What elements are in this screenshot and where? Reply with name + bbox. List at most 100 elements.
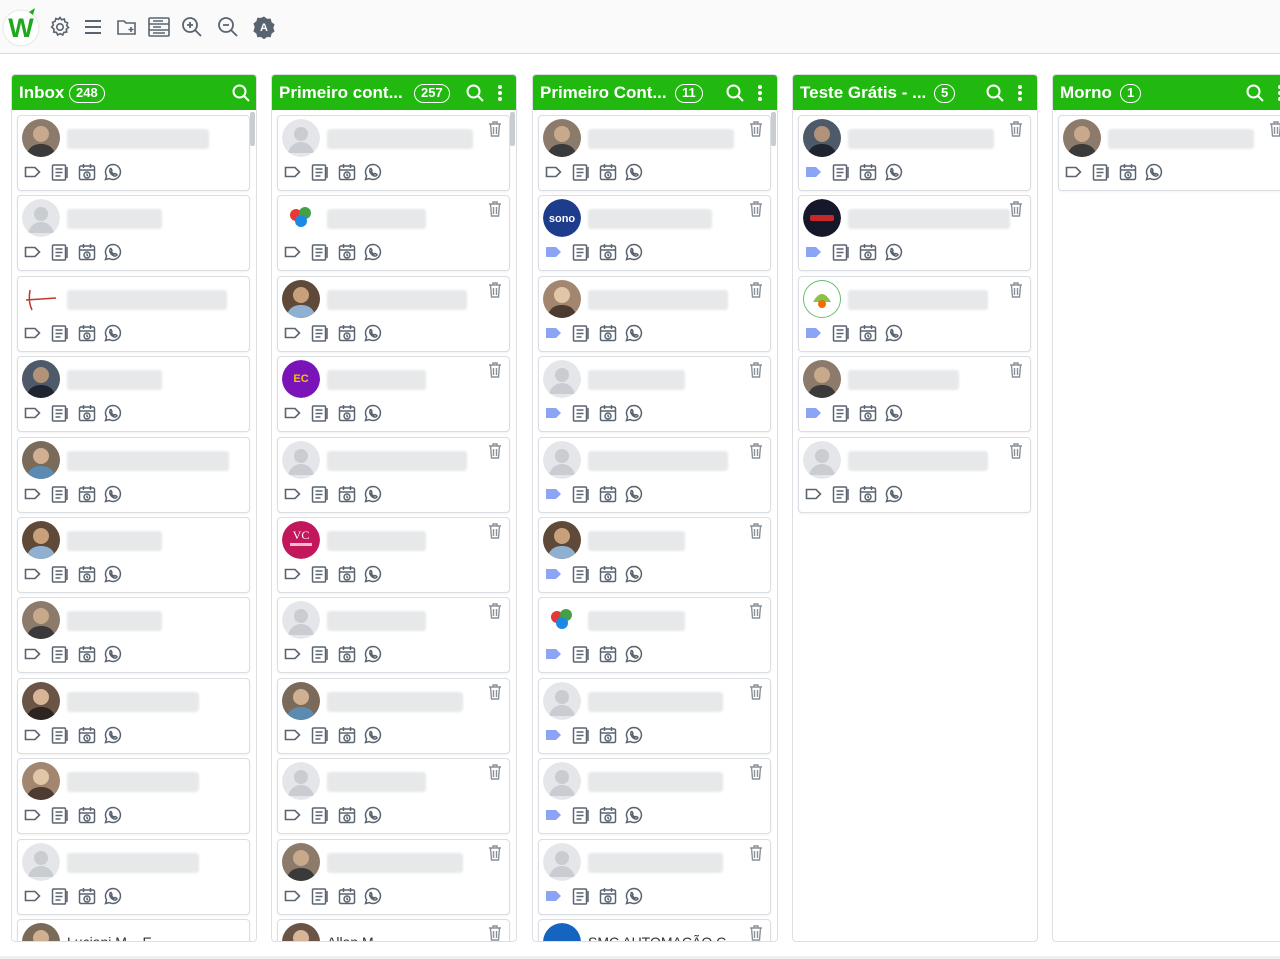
- whatsapp-icon[interactable]: [624, 162, 644, 182]
- schedule-calendar-icon[interactable]: [337, 564, 357, 584]
- contact-card[interactable]: VC: [277, 517, 510, 593]
- delete-card-trash-icon[interactable]: [1008, 361, 1024, 379]
- delete-card-trash-icon[interactable]: [487, 361, 503, 379]
- contact-card[interactable]: [17, 838, 250, 915]
- tag-icon[interactable]: [544, 886, 564, 906]
- tag-icon[interactable]: [23, 886, 43, 906]
- schedule-calendar-icon[interactable]: [337, 484, 357, 504]
- tag-icon[interactable]: [23, 323, 43, 343]
- whatsapp-icon[interactable]: [103, 484, 123, 504]
- column-card-list[interactable]: EC VC Allan M...: [272, 110, 516, 941]
- contact-card[interactable]: [277, 597, 510, 674]
- notes-icon[interactable]: [50, 564, 70, 584]
- column-scrollbar[interactable]: [250, 112, 255, 146]
- whatsapp-icon[interactable]: [884, 323, 904, 343]
- contact-card[interactable]: [17, 195, 250, 272]
- contact-card[interactable]: [17, 275, 250, 352]
- tag-icon[interactable]: [804, 403, 824, 423]
- notes-icon[interactable]: [831, 323, 851, 343]
- delete-card-trash-icon[interactable]: [748, 442, 764, 460]
- whatsapp-icon[interactable]: [103, 403, 123, 423]
- contact-card[interactable]: [277, 115, 510, 191]
- tag-icon[interactable]: [283, 162, 303, 182]
- contact-card[interactable]: [798, 356, 1031, 433]
- delete-card-trash-icon[interactable]: [748, 361, 764, 379]
- schedule-calendar-icon[interactable]: [1118, 162, 1138, 182]
- schedule-calendar-icon[interactable]: [337, 886, 357, 906]
- whatsapp-icon[interactable]: [884, 484, 904, 504]
- schedule-calendar-icon[interactable]: [858, 403, 878, 423]
- schedule-calendar-icon[interactable]: [858, 162, 878, 182]
- column-card-list[interactable]: [793, 110, 1037, 941]
- whatsapp-icon[interactable]: [624, 564, 644, 584]
- column-header[interactable]: Teste Grátis - ... 5: [793, 75, 1037, 110]
- contact-card[interactable]: [538, 115, 771, 191]
- zoom-in-icon[interactable]: [179, 14, 205, 40]
- whatsapp-icon[interactable]: [363, 323, 383, 343]
- settings-gear-icon[interactable]: [47, 14, 73, 40]
- column-scrollbar[interactable]: [771, 112, 776, 146]
- notes-icon[interactable]: [50, 323, 70, 343]
- contact-card[interactable]: [538, 597, 771, 674]
- notes-icon[interactable]: [310, 323, 330, 343]
- schedule-calendar-icon[interactable]: [858, 323, 878, 343]
- contact-card[interactable]: [798, 436, 1031, 513]
- zoom-out-icon[interactable]: [215, 14, 241, 40]
- delete-card-trash-icon[interactable]: [487, 442, 503, 460]
- notes-icon[interactable]: [831, 162, 851, 182]
- whatsapp-icon[interactable]: [363, 484, 383, 504]
- column-menu-icon[interactable]: [1016, 83, 1024, 103]
- delete-card-trash-icon[interactable]: [1008, 281, 1024, 299]
- notes-icon[interactable]: [571, 805, 591, 825]
- schedule-calendar-icon[interactable]: [77, 886, 97, 906]
- notes-icon[interactable]: [50, 886, 70, 906]
- whatsapp-icon[interactable]: [103, 886, 123, 906]
- tag-icon[interactable]: [544, 484, 564, 504]
- schedule-calendar-icon[interactable]: [77, 484, 97, 504]
- contact-card[interactable]: [277, 436, 510, 513]
- column-menu-icon[interactable]: [756, 83, 764, 103]
- contact-card[interactable]: [277, 758, 510, 835]
- whatsapp-icon[interactable]: [624, 403, 644, 423]
- tag-icon[interactable]: [804, 484, 824, 504]
- notes-icon[interactable]: [571, 564, 591, 584]
- delete-card-trash-icon[interactable]: [487, 924, 503, 941]
- notes-icon[interactable]: [50, 805, 70, 825]
- column-card-list[interactable]: sono SMC AUTOMAÇÃO C...: [533, 110, 777, 941]
- schedule-calendar-icon[interactable]: [598, 564, 618, 584]
- contact-card[interactable]: Luciani M... E...: [17, 919, 250, 941]
- contact-card[interactable]: [17, 677, 250, 754]
- notes-icon[interactable]: [50, 644, 70, 664]
- schedule-calendar-icon[interactable]: [77, 323, 97, 343]
- contact-card[interactable]: [17, 517, 250, 593]
- schedule-calendar-icon[interactable]: [598, 644, 618, 664]
- auto-badge-icon[interactable]: A: [251, 14, 277, 40]
- tag-icon[interactable]: [283, 323, 303, 343]
- tag-icon[interactable]: [23, 403, 43, 423]
- menu-hamburger-icon[interactable]: [80, 14, 106, 40]
- notes-icon[interactable]: [1091, 162, 1111, 182]
- whatsapp-icon[interactable]: [363, 805, 383, 825]
- column-header[interactable]: Morno 1: [1053, 75, 1280, 110]
- whatsapp-icon[interactable]: [884, 242, 904, 262]
- schedule-calendar-icon[interactable]: [77, 725, 97, 745]
- schedule-calendar-icon[interactable]: [337, 644, 357, 664]
- schedule-calendar-icon[interactable]: [598, 323, 618, 343]
- tag-icon[interactable]: [804, 242, 824, 262]
- schedule-calendar-icon[interactable]: [598, 242, 618, 262]
- contact-card[interactable]: [538, 517, 771, 593]
- delete-card-trash-icon[interactable]: [487, 602, 503, 620]
- delete-card-trash-icon[interactable]: [1008, 442, 1024, 460]
- delete-card-trash-icon[interactable]: [487, 844, 503, 862]
- tag-icon[interactable]: [544, 403, 564, 423]
- contact-card[interactable]: [277, 195, 510, 272]
- tag-icon[interactable]: [544, 162, 564, 182]
- notes-icon[interactable]: [571, 242, 591, 262]
- schedule-calendar-icon[interactable]: [77, 403, 97, 423]
- notes-icon[interactable]: [831, 242, 851, 262]
- notes-icon[interactable]: [310, 644, 330, 664]
- column-search-icon[interactable]: [725, 83, 745, 103]
- notes-icon[interactable]: [831, 403, 851, 423]
- tag-icon[interactable]: [283, 403, 303, 423]
- delete-card-trash-icon[interactable]: [748, 683, 764, 701]
